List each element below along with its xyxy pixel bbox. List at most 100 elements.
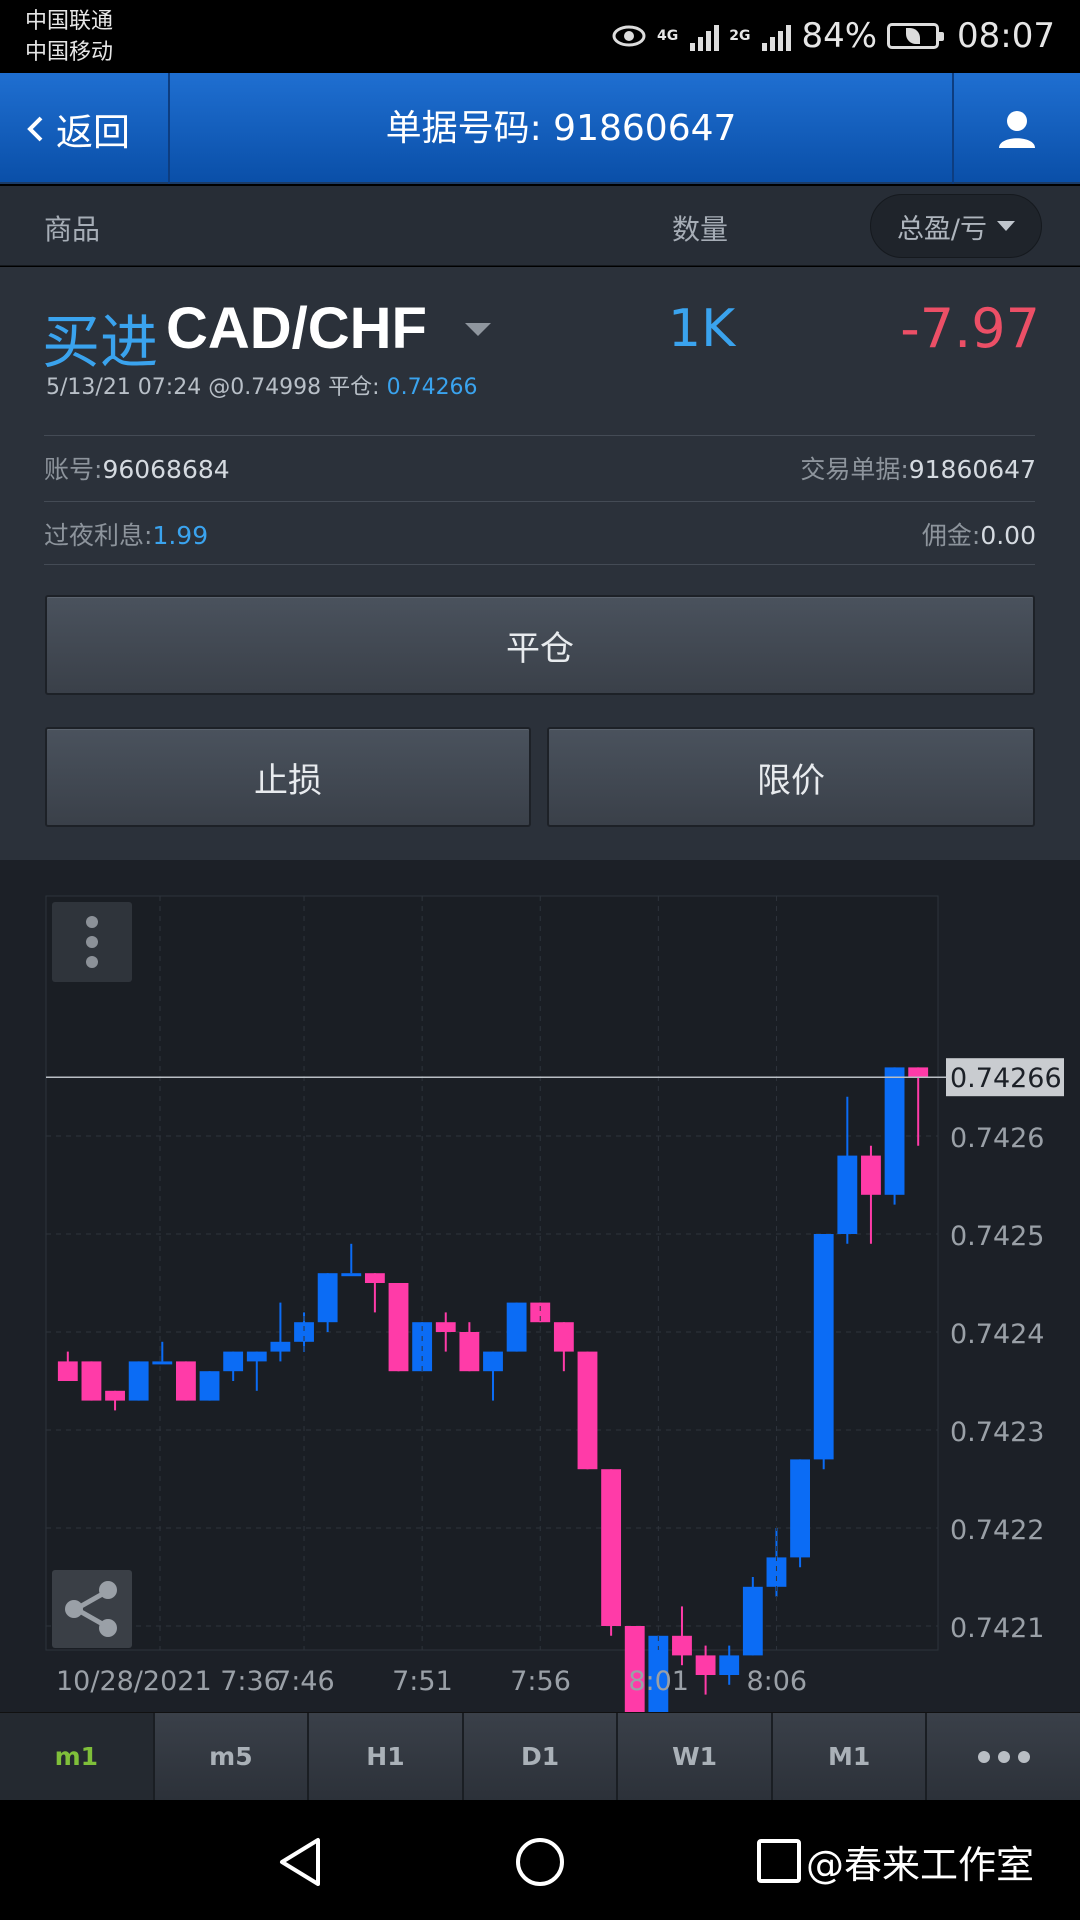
stop-loss-button[interactable]: 止损 <box>45 727 531 827</box>
more-icon <box>977 1750 1030 1763</box>
y-tick-label: 0.7425 <box>950 1221 1044 1252</box>
order-symbol[interactable]: CAD/CHF <box>166 295 427 362</box>
app-header: 返回 单据号码: 91860647 <box>0 73 1080 184</box>
candle-body <box>813 1234 834 1460</box>
commission-label: 佣金: <box>921 521 981 550</box>
candle-body <box>317 1273 338 1323</box>
candle-body <box>742 1586 763 1656</box>
menu-dot <box>86 916 98 928</box>
y-tick-label: 0.7423 <box>950 1417 1044 1448</box>
y-tick-label: 0.7424 <box>950 1319 1044 1350</box>
close-price: 0.74266 <box>386 375 478 400</box>
pl-dropdown-label: 总盈/亏 <box>896 213 988 245</box>
timeframe-tabs: m1 m5 H1 D1 W1 M1 <box>0 1712 1080 1800</box>
tab-mn1[interactable]: M1 <box>772 1713 928 1800</box>
order-quantity: 1K <box>668 299 736 359</box>
quantity-column-label: 数量 <box>672 213 729 246</box>
watermark: @春来工作室 <box>806 1843 1035 1887</box>
candle-body <box>270 1341 291 1352</box>
chevron-down-icon <box>997 221 1016 231</box>
candle-body <box>128 1361 149 1401</box>
symbol-dropdown-icon[interactable] <box>465 323 491 336</box>
tab-m1[interactable]: m1 <box>0 1713 155 1800</box>
candle-body <box>199 1371 220 1401</box>
price-chart[interactable]: 0.7426 0.7425 0.7424 0.7423 0.7422 0.7421 0.74… <box>0 860 1080 1712</box>
page-title: 单据号码: 91860647 <box>385 108 737 149</box>
x-tick-label: 8:01 <box>628 1666 689 1697</box>
account-value: 96068684 <box>102 455 230 484</box>
x-tick-label: 8:06 <box>746 1666 807 1697</box>
back-button[interactable]: 返回 <box>0 73 170 184</box>
divider <box>44 564 1035 565</box>
y-tick-label: 0.7421 <box>950 1613 1044 1644</box>
candle-body <box>483 1351 503 1372</box>
candle-body <box>861 1155 881 1195</box>
account-field: 账号:96068684 <box>44 450 230 486</box>
candle-body <box>672 1635 692 1656</box>
ticket-field: 交易单据:91860647 <box>800 450 1036 486</box>
battery-icon <box>887 23 945 49</box>
close-position-button[interactable]: 平仓 <box>45 595 1035 695</box>
clock: 08:07 <box>957 16 1055 56</box>
column-header: 商品 数量 总盈/亏 <box>0 186 1080 266</box>
swap-label: 过夜利息: <box>44 521 153 550</box>
network-type-1: 4G <box>656 28 679 44</box>
status-icons: 4G 2G 84% 08:07 <box>611 14 1055 58</box>
pl-dropdown[interactable]: 总盈/亏 <box>870 194 1042 258</box>
candle-body <box>790 1459 811 1558</box>
tab-w1[interactable]: W1 <box>618 1713 773 1800</box>
product-column-label: 商品 <box>44 213 101 246</box>
divider <box>44 501 1035 502</box>
candle-body <box>435 1322 456 1332</box>
share-button[interactable] <box>52 1570 132 1648</box>
x-tick-label: 7:51 <box>392 1666 453 1697</box>
menu-dot <box>86 956 98 968</box>
candle-body <box>175 1361 196 1401</box>
signal-icon-2 <box>762 21 792 51</box>
eye-icon <box>612 25 646 47</box>
order-pnl: -7.97 <box>900 297 1040 360</box>
chart-menu-button[interactable] <box>52 902 132 982</box>
carrier-2: 中国移动 <box>25 40 114 65</box>
candle-body <box>837 1155 858 1234</box>
swap-field: 过夜利息:1.99 <box>44 516 208 552</box>
carrier-names: 中国联通 中国移动 <box>25 6 113 68</box>
candle-body <box>459 1332 480 1372</box>
open-info-text: 5/13/21 07:24 @0.74998 平仓: <box>46 375 380 400</box>
candle-body <box>81 1361 102 1401</box>
candle-body <box>553 1322 574 1352</box>
candle-body <box>246 1351 267 1362</box>
recents-nav-icon[interactable] <box>756 1838 802 1884</box>
candle-body <box>364 1273 385 1283</box>
signal-icon <box>690 21 720 51</box>
home-nav-icon[interactable] <box>514 1836 566 1888</box>
candle-body <box>57 1361 78 1381</box>
candle-body <box>105 1390 125 1401</box>
ticket-value: 91860647 <box>908 455 1036 484</box>
candle-body <box>577 1351 598 1470</box>
menu-dot <box>86 936 98 948</box>
tab-h1[interactable]: H1 <box>309 1713 464 1800</box>
back-nav-icon[interactable] <box>276 1836 324 1888</box>
order-panel: 买进 CAD/CHF 1K -7.97 5/13/21 07:24 @0.749… <box>0 267 1080 860</box>
candle-body <box>908 1067 929 1078</box>
commission-value: 0.00 <box>980 521 1036 550</box>
commission-field: 佣金:0.00 <box>922 516 1036 552</box>
tab-d1[interactable]: D1 <box>463 1713 619 1800</box>
user-button[interactable] <box>952 73 1080 184</box>
network-type-2: 2G <box>729 28 751 44</box>
candle-body <box>884 1067 905 1195</box>
x-tick-label: 7:46 <box>274 1666 335 1697</box>
tab-m5[interactable]: m5 <box>154 1713 310 1800</box>
x-tick-label: 10/28/2021 7:36 <box>56 1666 281 1697</box>
candlestick-chart: 0.7426 0.7425 0.7424 0.7423 0.7422 0.7421 0.74… <box>45 895 1064 1712</box>
candle-body <box>766 1557 787 1587</box>
y-tick-label: 0.7426 <box>950 1123 1044 1154</box>
candle-body <box>695 1655 716 1675</box>
carrier-1: 中国联通 <box>25 9 114 34</box>
x-tick-label: 7:56 <box>510 1666 571 1697</box>
ticket-label: 交易单据: <box>800 455 909 484</box>
limit-button[interactable]: 限价 <box>547 727 1035 827</box>
share-icon <box>65 1581 117 1637</box>
more-button[interactable] <box>927 1713 1080 1800</box>
